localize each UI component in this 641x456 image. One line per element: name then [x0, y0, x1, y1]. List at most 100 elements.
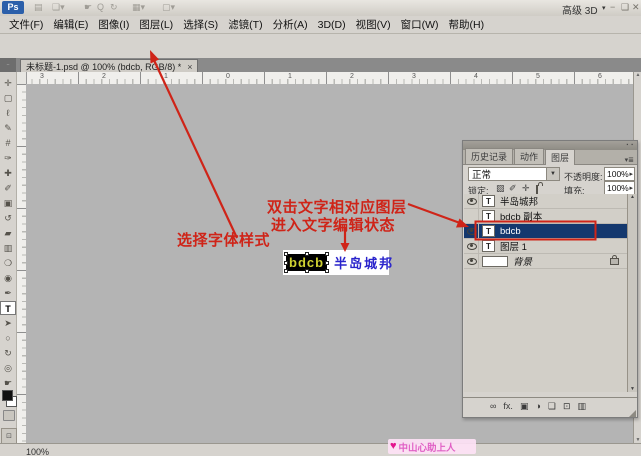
visibility-toggle[interactable] — [466, 209, 479, 223]
delete-layer-icon[interactable]: ▥ — [578, 398, 587, 414]
background-layer-thumbnail[interactable] — [482, 256, 508, 267]
quick-mask-button[interactable] — [3, 410, 15, 421]
scroll-up-icon[interactable]: ▲ — [636, 72, 641, 78]
crop-tool[interactable]: # — [0, 136, 16, 150]
workspace-arrow-icon[interactable]: ▾ — [602, 4, 606, 12]
fill-spinner-icon[interactable]: ▸ — [629, 184, 634, 192]
lock-transparent-icon[interactable]: ▨ — [496, 183, 505, 194]
new-layer-icon[interactable]: ⊡ — [563, 398, 571, 414]
type-tool[interactable]: T — [0, 301, 16, 315]
menu-edit[interactable]: 编辑(E) — [48, 17, 93, 32]
tab-actions[interactable]: 动作 — [514, 148, 544, 164]
screen-mode-icon[interactable]: ▢▾ — [162, 2, 175, 13]
layer-name[interactable]: 背景 — [513, 254, 532, 268]
menu-window[interactable]: 窗口(W) — [396, 17, 444, 32]
transform-handle[interactable] — [325, 269, 329, 273]
visibility-toggle[interactable] — [466, 254, 479, 268]
marquee-tool[interactable]: ▢ — [0, 91, 16, 105]
menu-filter[interactable]: 滤镜(T) — [223, 17, 267, 32]
transform-handle[interactable] — [284, 252, 288, 256]
dodge-tool[interactable]: ◉ — [0, 271, 16, 285]
quick-selection-tool[interactable]: ✎ — [0, 121, 16, 135]
lasso-tool[interactable]: ℓ — [0, 106, 16, 120]
3d-orbit-tool[interactable]: ◎ — [0, 361, 16, 375]
menu-help[interactable]: 帮助(H) — [444, 17, 490, 32]
layer-style-icon[interactable]: fx. — [503, 398, 513, 414]
lock-position-icon[interactable]: ✛ — [522, 183, 530, 194]
status-zoom-value[interactable]: 100% — [26, 447, 49, 456]
text-layer-thumbnail[interactable]: T — [482, 240, 495, 252]
visibility-toggle[interactable] — [466, 239, 479, 253]
hand-icon[interactable]: ☛ — [84, 2, 92, 13]
panel-resize-grip[interactable] — [629, 410, 636, 417]
zoom-icon[interactable]: Q — [97, 2, 104, 12]
sample-text-box[interactable]: bdcb 半岛城邦 — [283, 250, 389, 275]
opacity-spinner-icon[interactable]: ▸ — [629, 170, 634, 178]
layer-name[interactable]: 半岛城邦 — [500, 194, 538, 208]
menu-3d[interactable]: 3D(D) — [313, 19, 351, 31]
layer-row[interactable]: T 图层 1 — [464, 239, 627, 254]
transform-handle[interactable] — [284, 261, 288, 265]
layer-list-scrollbar[interactable]: ▲ ▼ — [627, 194, 637, 392]
layer-row[interactable]: T 半岛城邦 — [464, 194, 627, 209]
transform-handle[interactable] — [325, 252, 329, 256]
path-selection-tool[interactable]: ➤ — [0, 316, 16, 330]
text-layer-thumbnail[interactable]: T — [482, 210, 495, 222]
menu-image[interactable]: 图像(I) — [93, 17, 134, 32]
text-layer-thumbnail[interactable]: T — [482, 195, 495, 207]
healing-brush-tool[interactable]: ✚ — [0, 166, 16, 180]
eraser-tool[interactable]: ▰ — [0, 226, 16, 240]
gradient-tool[interactable]: ▥ — [0, 241, 16, 255]
layer-name[interactable]: 图层 1 — [500, 239, 527, 253]
visibility-toggle[interactable] — [466, 224, 479, 238]
tab-history[interactable]: 历史记录 — [465, 148, 513, 164]
transform-handle[interactable] — [305, 269, 309, 273]
tab-layers[interactable]: 图层 — [545, 149, 575, 165]
shape-tool[interactable]: ○ — [0, 331, 16, 345]
document-tab[interactable]: 未标题-1.psd @ 100% (bdcb, RGB/8) * × — [20, 59, 198, 73]
layer-mask-icon[interactable]: ▣ — [520, 398, 529, 414]
link-layers-icon[interactable]: ∞ — [490, 398, 496, 414]
scroll-up-icon[interactable]: ▲ — [630, 194, 635, 200]
layer-row-selected[interactable]: T bdcb — [464, 224, 627, 239]
menu-select[interactable]: 选择(S) — [178, 17, 223, 32]
opacity-input[interactable]: 100% ▸ — [604, 167, 635, 181]
history-brush-tool[interactable]: ↺ — [0, 211, 16, 225]
view-extras-icon[interactable]: ❑▾ — [52, 2, 65, 13]
hand-tool[interactable]: ☛ — [0, 376, 16, 390]
layer-row[interactable]: 背景 — [464, 254, 627, 269]
blur-tool[interactable]: ❍ — [0, 256, 16, 270]
scroll-down-icon[interactable]: ▼ — [630, 386, 635, 392]
text-layer-thumbnail[interactable]: T — [482, 225, 495, 237]
bridge-icon[interactable]: ▤ — [34, 2, 43, 13]
transform-handle[interactable] — [305, 252, 309, 256]
menu-view[interactable]: 视图(V) — [351, 17, 396, 32]
close-button[interactable]: ✕ — [632, 2, 640, 13]
visibility-toggle[interactable] — [466, 194, 479, 208]
move-tool[interactable]: ✛ — [0, 76, 16, 90]
arrange-documents-icon[interactable]: ▦▾ — [132, 2, 145, 13]
layer-group-icon[interactable]: ❏ — [548, 398, 556, 414]
menu-layer[interactable]: 图层(L) — [134, 17, 178, 32]
lock-pixels-icon[interactable]: ✐ — [509, 183, 517, 194]
blend-mode-select[interactable]: 正常 ▼ — [468, 167, 560, 181]
blend-mode-dropdown-icon[interactable]: ▼ — [546, 168, 559, 180]
toolbox-header[interactable]: ∙∙ — [0, 58, 16, 72]
layer-name[interactable]: bdcb 副本 — [500, 209, 542, 223]
transform-handle[interactable] — [325, 261, 329, 265]
adjustment-layer-icon[interactable]: ◑ — [535, 398, 540, 414]
foreground-color-swatch[interactable] — [2, 390, 13, 401]
rotate-view-icon[interactable]: ↻ — [110, 2, 118, 13]
menu-analysis[interactable]: 分析(A) — [268, 17, 313, 32]
fill-input[interactable]: 100% ▸ — [604, 181, 635, 195]
workspace-switcher[interactable]: 高级 3D — [562, 2, 598, 17]
minimize-button[interactable]: − — [610, 2, 615, 12]
eyedropper-tool[interactable]: ✑ — [0, 151, 16, 165]
layer-name[interactable]: bdcb — [500, 226, 521, 237]
layer-row[interactable]: T bdcb 副本 — [464, 209, 627, 224]
3d-rotate-tool[interactable]: ↻ — [0, 346, 16, 360]
restore-button[interactable]: ❑ — [621, 2, 629, 13]
document-tab-close-icon[interactable]: × — [187, 62, 192, 72]
clone-stamp-tool[interactable]: ▣ — [0, 196, 16, 210]
transform-handle[interactable] — [284, 269, 288, 273]
